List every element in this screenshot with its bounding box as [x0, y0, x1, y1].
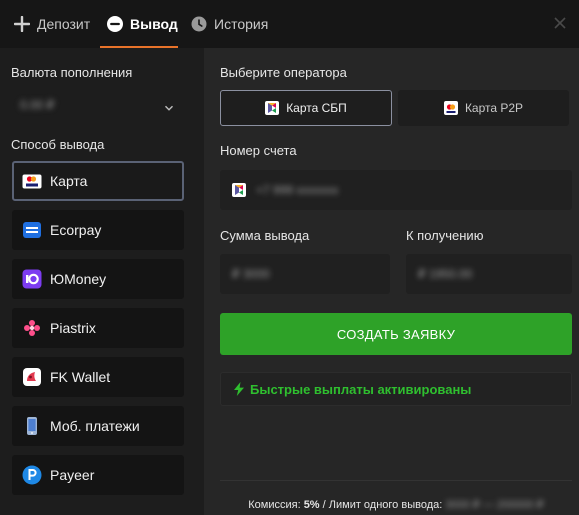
ecorpay-icon [22, 220, 42, 240]
sbp-icon [265, 101, 280, 115]
receive-value: ₽ 1950.00 [418, 267, 473, 281]
chevron-down-icon [164, 100, 174, 111]
method-ecorpay[interactable]: Ecorpay [12, 210, 184, 250]
operator-label: Выберите оператора [220, 65, 347, 80]
commission-value: 5% [303, 499, 320, 511]
limit-value: 3000 ₽ — 200000 ₽ [445, 499, 544, 511]
close-icon[interactable] [553, 16, 567, 30]
create-request-label: СОЗДАТЬ ЗАЯВКУ [336, 326, 456, 342]
fast-payouts-banner: Быстрые выплаты активированы [220, 372, 572, 406]
tab-history-label: История [214, 16, 269, 32]
currency-value: 0.00 ₽ [20, 98, 55, 112]
fk-wallet-icon [22, 367, 42, 387]
mobile-phone-icon [22, 416, 42, 436]
method-yoomoney[interactable]: ЮMoney [12, 259, 184, 299]
card-icon [443, 101, 458, 115]
method-ecorpay-label: Ecorpay [50, 222, 102, 238]
tab-withdraw[interactable]: Вывод [107, 0, 178, 48]
method-piastrix-label: Piastrix [50, 320, 96, 336]
lightning-icon [233, 382, 245, 396]
amount-label: Сумма вывода [220, 228, 310, 243]
payeer-icon [22, 465, 42, 485]
operator-sbp-button[interactable]: Карта СБП [220, 90, 392, 126]
receive-label: К получению [406, 228, 484, 243]
piastrix-icon [22, 318, 42, 338]
amount-input[interactable]: ₽ 3000 [220, 254, 390, 294]
sbp-icon [232, 183, 246, 197]
footer-divider [220, 480, 572, 481]
currency-label: Валюта пополнения [11, 65, 133, 80]
yoomoney-icon [22, 269, 42, 289]
tab-deposit[interactable]: Депозит [14, 0, 90, 48]
plus-icon [14, 16, 30, 32]
limit-prefix: / Лимит одного вывода: [319, 499, 446, 511]
create-request-button[interactable]: СОЗДАТЬ ЗАЯВКУ [220, 313, 572, 355]
method-label: Способ вывода [11, 137, 105, 152]
method-mobile-label: Моб. платежи [50, 418, 140, 434]
receive-field: ₽ 1950.00 [406, 254, 572, 294]
commission-prefix: Комиссия: [248, 499, 304, 511]
amount-placeholder: ₽ 3000 [232, 267, 270, 281]
method-yoomoney-label: ЮMoney [50, 271, 107, 287]
header-tabs: Депозит Вывод История [0, 0, 579, 48]
account-label: Номер счета [220, 143, 297, 158]
commission-info: Комиссия: 5% / Лимит одного вывода: 3000… [220, 498, 572, 511]
account-placeholder: +7 999 xxxxxxx [256, 183, 339, 197]
method-card-label: Карта [50, 173, 88, 189]
tab-withdraw-label: Вывод [130, 16, 178, 32]
method-piastrix[interactable]: Piastrix [12, 308, 184, 348]
method-card[interactable]: Карта [12, 161, 184, 201]
operator-p2p-button[interactable]: Карта P2P [398, 90, 569, 126]
currency-select[interactable]: 0.00 ₽ [10, 86, 184, 124]
method-fk-wallet-label: FK Wallet [50, 369, 111, 385]
clock-icon [191, 16, 207, 32]
operator-p2p-label: Карта P2P [464, 101, 524, 115]
method-payeer[interactable]: Payeer [12, 455, 184, 495]
fast-payouts-text: Быстрые выплаты активированы [250, 381, 472, 397]
method-fk-wallet[interactable]: FK Wallet [12, 357, 184, 397]
minus-circle-icon [107, 16, 123, 32]
tab-deposit-label: Депозит [37, 16, 91, 32]
visa-card-icon [22, 171, 42, 191]
method-mobile[interactable]: Моб. платежи [12, 406, 184, 446]
operator-sbp-label: Карта СБП [286, 101, 347, 115]
account-input[interactable]: +7 999 xxxxxxx [220, 170, 572, 210]
tab-history[interactable]: История [191, 0, 268, 48]
method-payeer-label: Payeer [50, 467, 95, 483]
